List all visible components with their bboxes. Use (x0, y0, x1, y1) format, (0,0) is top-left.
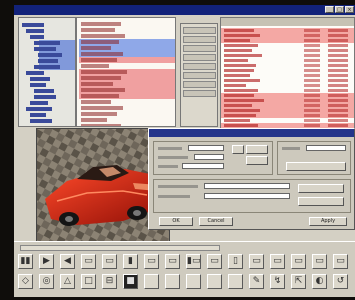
side-tab[interactable] (183, 54, 216, 61)
scene-tree-panel[interactable] (18, 17, 76, 127)
side-tab[interactable] (183, 81, 216, 88)
toolbar-row2-tool-button[interactable]: ■ (123, 274, 138, 289)
tool-palette: ▮▮ ▶ ◀ ▭ ▭ ▮ ▭ ▭ ▮▭ ▭ ▯ ▭ ▭ ▭ ▭ ▭ ◇ ◎ △ □ ⊟ ■ ✎ ↯ ⇱ ◐ ↺ (14, 241, 355, 297)
properties-tab-panel (180, 23, 218, 127)
option-field[interactable] (306, 145, 346, 151)
parameter-field[interactable] (194, 154, 224, 160)
object-list-panel[interactable] (76, 17, 176, 127)
toolbar-row1-tool-button[interactable]: ▭ (291, 254, 306, 269)
toolbar-row2-tool-button[interactable] (228, 274, 243, 289)
list-item[interactable] (79, 123, 175, 126)
toolbar-row1-tool-button[interactable]: ▭ (270, 254, 285, 269)
toolbar-row1-tool-button[interactable]: ▭ (102, 254, 117, 269)
dialog-title-bar (149, 129, 354, 137)
side-tab[interactable] (183, 63, 216, 70)
title-bar: _ □ × (14, 5, 355, 15)
toolbar-row1-tool-button[interactable]: ▭ (249, 254, 264, 269)
toolbar-row2-tool-button[interactable]: ◇ (18, 274, 33, 289)
toolbar-row2-tool-button[interactable]: ◐ (312, 274, 327, 289)
options-group (277, 141, 351, 175)
toolbar-row1-tool-button[interactable]: ▮▮ (18, 254, 33, 269)
toolbar-row2-tool-button[interactable]: ⊟ (102, 274, 117, 289)
apply-button[interactable]: Apply (309, 217, 347, 226)
app-screen: _ □ × OK Cancel Apply ▮▮ ▶ ◀ ▭ ▭ ▮ ▭ ▭ ▮… (14, 5, 355, 297)
side-tab[interactable] (183, 72, 216, 79)
settings-field[interactable] (204, 193, 290, 199)
close-button[interactable]: × (345, 6, 354, 13)
toolbar-row2-tool-button[interactable]: ⇱ (291, 274, 306, 289)
status-bar (20, 245, 220, 251)
toolbar-row2-tool-button[interactable]: ↯ (270, 274, 285, 289)
side-tab[interactable] (183, 27, 216, 34)
maximize-button[interactable]: □ (335, 6, 344, 13)
side-tab[interactable] (183, 90, 216, 97)
toolbar-row1-tool-button[interactable]: ◀ (60, 254, 75, 269)
value-button[interactable] (246, 145, 268, 154)
monitor-frame: _ □ × OK Cancel Apply ▮▮ ▶ ◀ ▭ ▭ ▮ ▭ ▭ ▮… (0, 0, 355, 300)
cancel-button[interactable]: Cancel (199, 217, 233, 226)
data-table-panel[interactable] (220, 17, 355, 137)
tree-item[interactable] (19, 118, 75, 124)
toolbar-row1-tool-button[interactable]: ▭ (81, 254, 96, 269)
spin-button[interactable] (232, 145, 244, 154)
minimize-button[interactable]: _ (325, 6, 334, 13)
parameter-field[interactable] (188, 145, 224, 151)
toolbar-row1-tool-button[interactable]: ▮ (123, 254, 138, 269)
toolbar-row1-tool-button[interactable]: ▭ (333, 254, 348, 269)
ok-button[interactable]: OK (159, 217, 193, 226)
settings-dialog: OK Cancel Apply (148, 128, 355, 230)
toolbar-row1-tool-button[interactable]: ▭ (165, 254, 180, 269)
toolbar-row1-tool-button[interactable]: ▮▭ (186, 254, 201, 269)
settings-button[interactable] (298, 197, 344, 206)
toolbar-row2-tool-button[interactable]: ↺ (333, 274, 348, 289)
toolbar-row2-tool-button[interactable] (144, 274, 159, 289)
parameter-field[interactable] (182, 163, 224, 169)
render-settings-group (153, 179, 351, 213)
toolbar-row2-tool-button[interactable] (165, 274, 180, 289)
toolbar-row1-tool-button[interactable]: ▯ (228, 254, 243, 269)
toolbar-row2-tool-button[interactable]: ✎ (249, 274, 264, 289)
toolbar-row1-tool-button[interactable]: ▭ (144, 254, 159, 269)
toolbar-row2-tool-button[interactable]: △ (60, 274, 75, 289)
value-button[interactable] (246, 156, 268, 165)
toolbar-row1-tool-button[interactable]: ▭ (207, 254, 222, 269)
side-tab[interactable] (183, 45, 216, 52)
settings-button[interactable] (298, 184, 344, 193)
option-button[interactable] (286, 162, 346, 171)
settings-field[interactable] (204, 183, 290, 189)
toolbar-row2-tool-button[interactable]: ◎ (39, 274, 54, 289)
toolbar-row1-tool-button[interactable]: ▶ (39, 254, 54, 269)
toolbar-row2-tool-button[interactable] (186, 274, 201, 289)
side-tab[interactable] (183, 36, 216, 43)
toolbar-row1-tool-button[interactable]: ▭ (312, 254, 327, 269)
toolbar-row2-tool-button[interactable]: □ (81, 274, 96, 289)
parameters-group (153, 141, 273, 175)
table-header (221, 18, 354, 26)
toolbar-row2-tool-button[interactable] (207, 274, 222, 289)
